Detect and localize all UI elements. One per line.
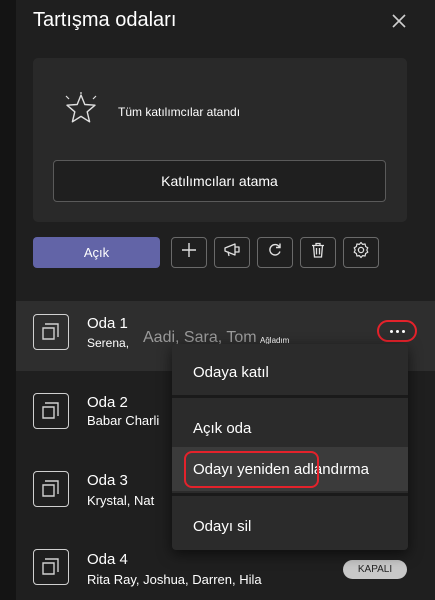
room-name: Oda 2 [87,394,128,411]
close-icon[interactable] [388,10,410,32]
menu-item-join-room[interactable]: Odaya katıl [172,350,408,394]
status-badge: KAPALI [343,560,407,579]
announcement-icon [223,242,241,263]
left-edge-strip [0,0,16,600]
room-icon [33,549,69,585]
room-name: Oda 3 [87,472,128,489]
room-members: Babar Charli [87,413,160,428]
menu-item-open-room[interactable]: Açık oda [172,406,408,450]
refresh-icon [267,242,283,263]
add-room-button[interactable] [171,237,207,268]
plus-icon [181,242,197,263]
room-members: Krystal, Nat [87,493,155,508]
delete-icon [310,242,326,263]
room-icon [33,393,69,429]
more-options-button[interactable] [377,320,417,342]
menu-divider [172,493,408,496]
room-members: Rita Ray, Joshua, Darren, Hila [87,572,262,587]
settings-icon [352,241,370,264]
menu-item-delete-room[interactable]: Odayı sil [172,504,408,548]
room-members: Serena, [87,336,130,350]
room-icon [33,471,69,507]
room-name: Oda 1 [87,315,128,332]
menu-divider [172,395,408,398]
panel-title: Tartışma odaları [33,9,177,31]
room-name: Oda 4 [87,551,128,568]
menu-item-rename-room[interactable]: Odayı yeniden adlandırma [172,447,408,491]
assign-participants-button[interactable]: Katılımcıları atama [53,160,386,202]
star-icon [63,91,99,127]
assign-participants-card: Tüm katılımcılar atandı Katılımcıları at… [33,58,407,222]
more-options-icon [389,329,405,333]
settings-button[interactable] [343,237,379,268]
room-icon [33,314,69,350]
open-rooms-button[interactable]: Açık [33,237,160,268]
room-context-menu: Odaya katıl Açık oda Odayı yeniden adlan… [172,344,408,550]
refresh-button[interactable] [257,237,293,268]
all-assigned-status: Tüm katılımcılar atandı [118,105,241,119]
delete-button[interactable] [300,237,336,268]
announcement-button[interactable] [214,237,250,268]
